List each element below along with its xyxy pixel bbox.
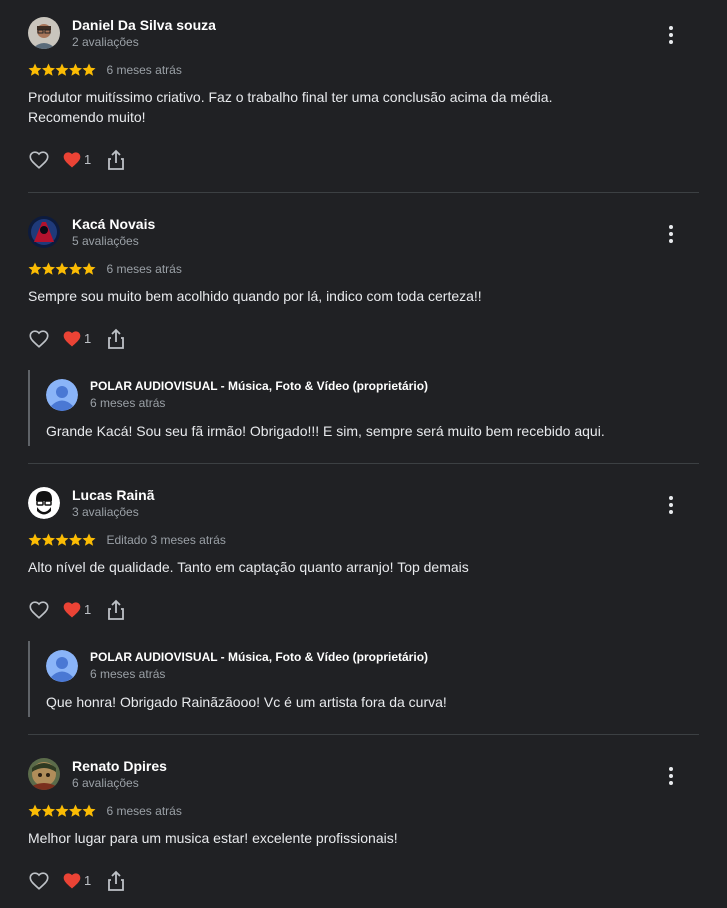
owner-avatar[interactable] xyxy=(46,650,78,682)
rating-row: 6 meses atrás xyxy=(28,61,182,77)
review-time: 6 meses atrás xyxy=(106,803,182,818)
share-icon xyxy=(108,599,124,620)
owner-avatar[interactable] xyxy=(46,379,78,411)
review-text-line: Alto nível de qualidade. Tanto em captaç… xyxy=(28,559,469,575)
like-button[interactable] xyxy=(28,148,50,172)
reply-time: 6 meses atrás xyxy=(90,396,166,410)
star-icon xyxy=(28,533,96,546)
share-icon xyxy=(108,328,124,349)
reaction-count: 1 xyxy=(84,152,92,167)
avatar[interactable] xyxy=(28,487,60,519)
reaction-count: 1 xyxy=(84,602,92,617)
reply-text: Que honra! Obrigado Rainãzãooo! Vc é um … xyxy=(46,694,447,710)
person-icon xyxy=(46,650,78,682)
heart-outline-icon xyxy=(29,151,49,169)
reviewer-review-count: 6 avaliações xyxy=(72,776,139,790)
review-text: Sempre sou muito bem acolhido quando por… xyxy=(28,286,628,306)
more-vert-icon xyxy=(669,496,673,514)
divider xyxy=(28,192,699,193)
more-options-button[interactable] xyxy=(661,495,681,515)
reaction-button[interactable] xyxy=(62,148,82,172)
reaction-count: 1 xyxy=(84,331,92,346)
share-button[interactable] xyxy=(106,598,126,622)
more-vert-icon xyxy=(669,225,673,243)
owner-reply: POLAR AUDIOVISUAL - Música, Foto & Vídeo… xyxy=(28,370,701,446)
divider xyxy=(28,734,699,735)
rating-row: 6 meses atrás xyxy=(28,802,182,818)
review-card: Renato Dpires 6 avaliações 6 meses atrás… xyxy=(28,758,699,908)
review-time: 6 meses atrás xyxy=(106,62,182,77)
reviewer-review-count: 2 avaliações xyxy=(72,35,139,49)
reviewer-name[interactable]: Renato Dpires xyxy=(72,758,167,775)
review-card: Daniel Da Silva souza 2 avaliações 6 mes… xyxy=(28,17,699,177)
share-icon xyxy=(108,149,124,170)
reviewer-name[interactable]: Kacá Novais xyxy=(72,216,155,233)
red-heart-icon xyxy=(63,331,81,347)
reviewer-name[interactable]: Daniel Da Silva souza xyxy=(72,17,216,34)
avatar[interactable] xyxy=(28,216,60,248)
more-options-button[interactable] xyxy=(661,224,681,244)
like-button[interactable] xyxy=(28,598,50,622)
more-options-button[interactable] xyxy=(661,766,681,786)
heart-outline-icon xyxy=(29,601,49,619)
review-text: Produtor muitíssimo criativo. Faz o trab… xyxy=(28,87,628,127)
more-vert-icon xyxy=(669,26,673,44)
avatar[interactable] xyxy=(28,758,60,790)
divider xyxy=(28,463,699,464)
reply-text: Grande Kacá! Sou seu fã irmão! Obrigado!… xyxy=(46,423,605,439)
reviewer-review-count: 3 avaliações xyxy=(72,505,139,519)
star-icon xyxy=(28,804,96,817)
review-text-line: Produtor muitíssimo criativo. Faz o trab… xyxy=(28,89,553,105)
reaction-button[interactable] xyxy=(62,869,82,893)
star-icon xyxy=(28,262,96,275)
review-text: Melhor lugar para um musica estar! excel… xyxy=(28,828,628,848)
review-time: Editado 3 meses atrás xyxy=(106,532,226,547)
review-card: Kacá Novais 5 avaliações 6 meses atrás S… xyxy=(28,216,699,456)
heart-outline-icon xyxy=(29,330,49,348)
star-rating xyxy=(28,804,96,818)
more-vert-icon xyxy=(669,767,673,785)
more-options-button[interactable] xyxy=(661,25,681,45)
rating-row: 6 meses atrás xyxy=(28,260,182,276)
red-heart-icon xyxy=(63,873,81,889)
star-rating xyxy=(28,63,96,77)
rating-row: Editado 3 meses atrás xyxy=(28,531,226,547)
review-text: Alto nível de qualidade. Tanto em captaç… xyxy=(28,557,628,577)
star-icon xyxy=(28,63,96,76)
red-heart-icon xyxy=(63,152,81,168)
reviewer-review-count: 5 avaliações xyxy=(72,234,139,248)
star-rating xyxy=(28,262,96,276)
like-button[interactable] xyxy=(28,327,50,351)
like-button[interactable] xyxy=(28,869,50,893)
owner-reply: POLAR AUDIOVISUAL - Música, Foto & Vídeo… xyxy=(28,641,701,717)
heart-outline-icon xyxy=(29,872,49,890)
reaction-button[interactable] xyxy=(62,598,82,622)
avatar[interactable] xyxy=(28,17,60,49)
owner-name: POLAR AUDIOVISUAL - Música, Foto & Vídeo… xyxy=(90,379,429,393)
reviewer-name[interactable]: Lucas Rainã xyxy=(72,487,154,504)
red-heart-icon xyxy=(63,602,81,618)
review-text-line: Sempre sou muito bem acolhido quando por… xyxy=(28,288,482,304)
share-button[interactable] xyxy=(106,327,126,351)
person-icon xyxy=(46,379,78,411)
share-icon xyxy=(108,870,124,891)
share-button[interactable] xyxy=(106,869,126,893)
review-text-line: Recomendo muito! xyxy=(28,109,146,125)
owner-name: POLAR AUDIOVISUAL - Música, Foto & Vídeo… xyxy=(90,650,429,664)
reaction-button[interactable] xyxy=(62,327,82,351)
share-button[interactable] xyxy=(106,148,126,172)
review-text-line: Melhor lugar para um musica estar! excel… xyxy=(28,830,398,846)
review-time: 6 meses atrás xyxy=(106,261,182,276)
star-rating xyxy=(28,533,96,547)
reply-time: 6 meses atrás xyxy=(90,667,166,681)
reaction-count: 1 xyxy=(84,873,92,888)
review-card: Lucas Rainã 3 avaliações Editado 3 meses… xyxy=(28,487,699,727)
